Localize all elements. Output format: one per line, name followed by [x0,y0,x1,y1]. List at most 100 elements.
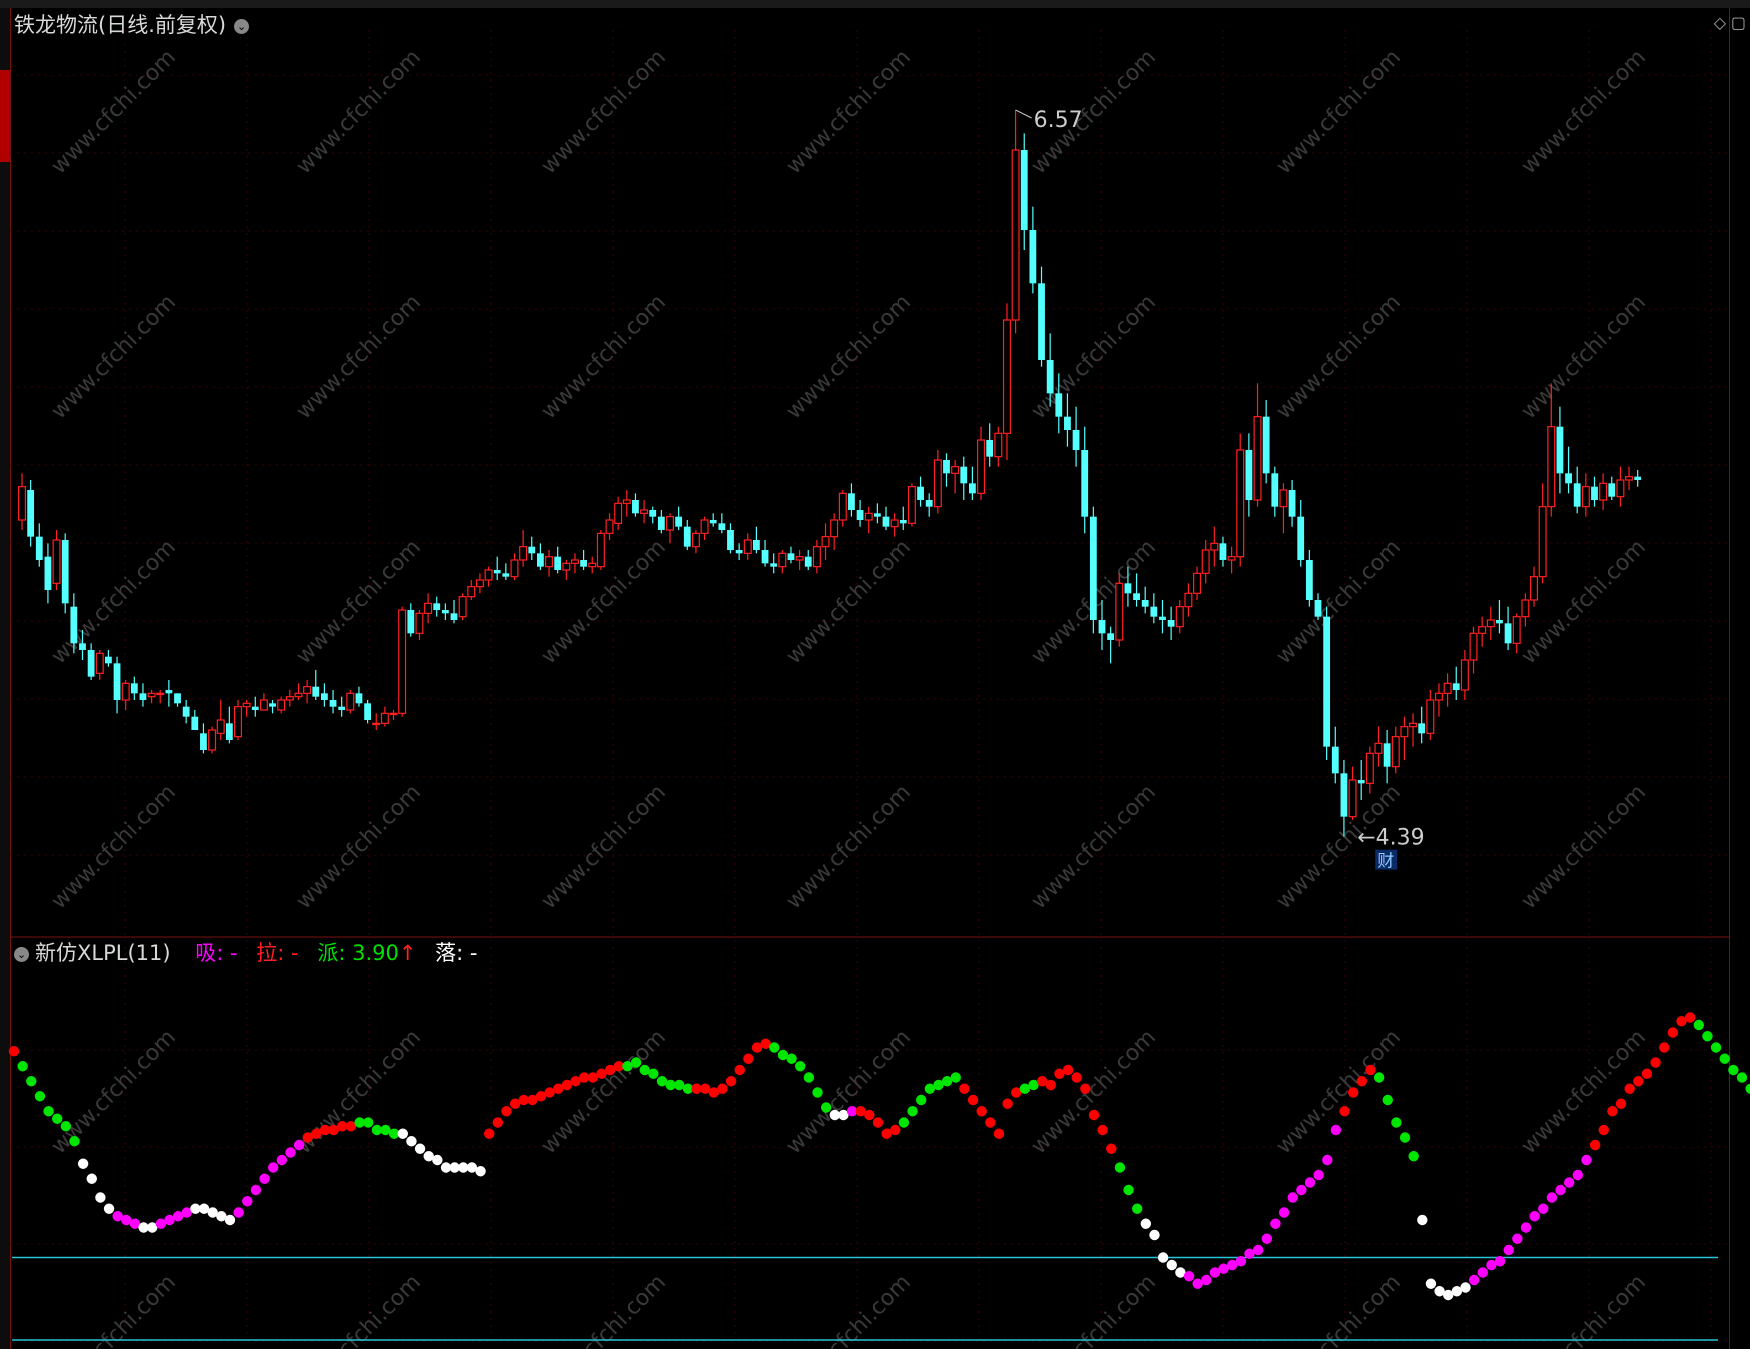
indicator-dot [1615,1098,1627,1109]
candle-up [510,559,519,578]
candle-up [380,712,389,724]
candle-down [27,490,35,537]
indicator-dot [648,1068,659,1079]
watermark-text: www.cfchi.com [1517,535,1651,669]
candle-down [1133,593,1140,600]
candle-down [1150,606,1158,617]
indicator-dot [1399,1132,1411,1143]
candle-down [1323,616,1331,747]
indicator-dot [1097,1124,1108,1136]
window-icon[interactable]: ▢ [1731,13,1746,32]
indicator-dot [69,1136,80,1147]
candle-down [1314,600,1322,617]
candle-down [657,516,665,530]
legend-pai-label: 派 [317,941,339,965]
candle-up [1391,736,1400,768]
indicator-dot [60,1121,72,1132]
watermark-text: www.cfchi.com [1517,1270,1651,1349]
candle-up [1175,606,1184,628]
candle-up [1486,619,1495,628]
candle-down [969,483,976,494]
candle-up [1616,479,1625,498]
indicator-dot [285,1147,296,1158]
indicator-dot [1745,1083,1750,1094]
watermark-text: www.cfchi.com [1272,45,1406,179]
candle-down [105,656,112,664]
watermark-text: www.cfchi.com [537,1270,671,1349]
indicator-dot [1564,1177,1575,1188]
candle-up [372,722,381,726]
indicator-dot [864,1109,875,1121]
finance-marker-label[interactable]: 财 [1377,852,1394,872]
candle-down [433,603,441,610]
indicator-dot [1252,1244,1264,1256]
indicator-dot [1356,1076,1368,1087]
candle-up [830,519,839,538]
candle-down [1219,543,1227,560]
candle-down [1245,450,1253,500]
candle-down [79,643,86,650]
candle-down [174,693,181,704]
chart-canvas[interactable]: www.cfchi.com www.cfchi.com www.cfchi.com w… [0,0,1750,1349]
candle-up [1547,426,1556,508]
candle-down [1357,780,1365,784]
chevron-down-icon[interactable]: ⌄ [234,19,250,34]
candle-up [977,439,986,494]
indicator-dot [492,1117,504,1128]
indicator-dot [1684,1012,1696,1023]
indicator-dot [34,1091,46,1102]
candle-down [1297,516,1305,560]
watermark-text: www.cfchi.com [1272,290,1406,424]
indicator-dot [907,1106,918,1117]
watermark-text: www.cfchi.com [1272,535,1406,669]
legend-luo-value: - [469,941,478,965]
legend-xi-value: - [230,941,238,965]
candle-up [907,486,916,524]
indicator-dot [1183,1271,1195,1282]
candle-up [1193,572,1202,594]
diamond-icon[interactable]: ◇ [1714,13,1726,32]
candle-down [502,573,510,577]
watermark-text: www.cfchi.com [47,1270,181,1349]
indicator-dot [717,1083,728,1094]
indicator-dot [725,1076,737,1087]
indicator-dot [898,1117,910,1128]
watermark-text: www.cfchi.com [1027,1270,1161,1349]
watermark-text: www.cfchi.com [782,1025,916,1159]
candle-down [528,546,536,554]
candle-up [424,602,433,614]
candle-down [554,556,562,570]
candle-up [1581,486,1590,508]
watermark-text: www.cfchi.com [1272,1025,1406,1159]
candle-down [1089,516,1097,620]
watermark-text: www.cfchi.com [1517,780,1651,914]
candle-down [165,690,173,694]
candle-down [848,493,855,510]
indicator-dot [43,1106,54,1117]
indicator-dot [1045,1079,1057,1091]
indicator-dot [95,1192,106,1203]
indicator-dot [1408,1151,1419,1162]
indicator-dot [86,1173,97,1184]
indicator-dot [1494,1256,1506,1267]
chevron-down-icon[interactable]: ⌄ [14,947,29,962]
candle-down [1608,483,1616,497]
indicator-dot [1477,1267,1489,1278]
indicator-dot [1296,1184,1307,1196]
candle-down [770,563,778,567]
candle-up [691,532,700,548]
watermark-text: www.cfchi.com [782,535,916,669]
candle-down [1072,430,1080,450]
indicator-dot [276,1154,288,1166]
candle-down [364,703,371,720]
indicator-dot [1114,1162,1126,1173]
indicator-dot [1313,1169,1324,1181]
indicator-dot [414,1143,426,1154]
main-chart-title[interactable]: 铁龙物流(日线.前复权) ⌄ [14,9,250,39]
candle-up [303,686,312,694]
candle-down [329,700,337,707]
candle-up [562,562,571,571]
indicator-dot [890,1124,901,1136]
candle-down [338,706,346,710]
candle-up [1011,149,1020,321]
